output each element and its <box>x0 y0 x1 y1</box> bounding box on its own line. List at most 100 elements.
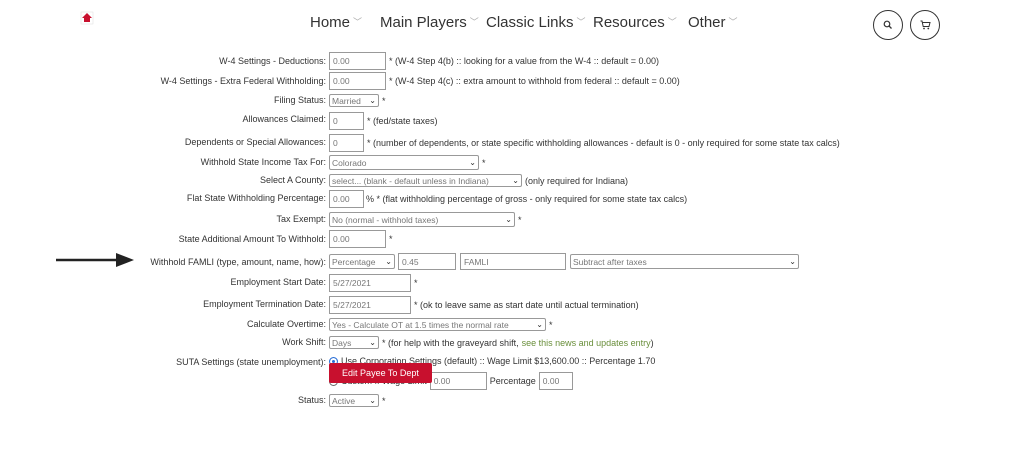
work-shift-note-end: ) <box>650 337 654 348</box>
suta-pct-label: Percentage <box>489 376 536 386</box>
status-label: Status: <box>297 395 326 405</box>
county-select[interactable]: select... (blank - default unless in Ind… <box>329 174 522 187</box>
county-label: Select A County: <box>259 175 326 185</box>
dependents-row: Dependents or Special Allowances: 0 * (n… <box>0 134 1024 154</box>
famli-type-value: Percentage <box>332 256 376 267</box>
flat-state-input[interactable]: 0.00 <box>329 190 364 208</box>
search-button[interactable] <box>873 10 903 40</box>
county-value: select... (blank - default unless in Ind… <box>332 175 489 186</box>
suta-wage-input[interactable]: 0.00 <box>429 372 487 390</box>
suta-label: SUTA Settings (state unemployment): <box>176 357 326 367</box>
nav-resources[interactable]: Resources ﹀ <box>593 14 677 31</box>
chevron-down-icon: ⌄ <box>369 396 376 405</box>
status-row: Status: Active ⌄ * <box>0 394 1024 414</box>
filing-status-note: * <box>382 95 386 106</box>
w4-deductions-note: * (W-4 Step 4(b) :: looking for a value … <box>389 56 660 66</box>
overtime-label: Calculate Overtime: <box>246 319 326 329</box>
overtime-select[interactable]: Yes - Calculate OT at 1.5 times the norm… <box>329 318 546 331</box>
start-date-row: Employment Start Date: 5/27/2021 * <box>0 274 1024 294</box>
status-select[interactable]: Active ⌄ <box>329 394 379 407</box>
term-date-note: * (ok to leave same as start date until … <box>414 300 639 310</box>
w4-deductions-row: W-4 Settings - Deductions: 0.00 * (W-4 S… <box>0 52 1024 72</box>
flat-state-label: Flat State Withholding Percentage: <box>186 193 326 203</box>
chevron-down-icon: ﹀ <box>576 17 586 27</box>
nav-home-label: Home <box>310 14 351 31</box>
nav-other-label: Other <box>688 14 726 31</box>
overtime-row: Calculate Overtime: Yes - Calculate OT a… <box>0 318 1024 338</box>
term-date-label: Employment Termination Date: <box>203 299 326 309</box>
tax-exempt-note: * <box>518 214 522 225</box>
work-shift-label: Work Shift: <box>282 337 326 347</box>
tax-exempt-select[interactable]: No (normal - withhold taxes) ⌄ <box>329 212 515 227</box>
state-additional-row: State Additional Amount To Withhold: 0.0… <box>0 230 1024 250</box>
w4-extra-row: W-4 Settings - Extra Federal Withholding… <box>0 72 1024 92</box>
chevron-down-icon: ⌄ <box>536 320 543 329</box>
filing-status-value: Married <box>332 95 361 106</box>
news-entry-link[interactable]: see this news and updates entry <box>522 338 651 348</box>
w4-deductions-label: W-4 Settings - Deductions: <box>219 56 326 66</box>
start-date-note: * <box>414 278 418 288</box>
top-nav: Home ﹀ Main Players ﹀ Classic Links ﹀ Resou… <box>0 14 1024 34</box>
state-additional-input[interactable]: 0.00 <box>329 230 386 248</box>
withhold-state-value: Colorado <box>332 157 367 168</box>
work-shift-note: * (for help with the graveyard shift, <box>382 337 519 348</box>
chevron-down-icon: ﹀ <box>667 17 677 27</box>
chevron-down-icon: ⌄ <box>369 338 376 347</box>
tax-exempt-label: Tax Exempt: <box>276 214 326 224</box>
chevron-down-icon: ⌄ <box>789 257 796 266</box>
withhold-state-row: Withhold State Income Tax For: Colorado ⌄… <box>0 155 1024 175</box>
chevron-down-icon: ﹀ <box>353 17 363 27</box>
suta-custom-row: Custom :: Wage Limit 0.00 Percentage 0.0… <box>0 372 1024 392</box>
filing-status-select[interactable]: Married ⌄ <box>329 94 379 107</box>
state-additional-label: State Additional Amount To Withhold: <box>178 234 326 244</box>
allowances-row: Allowances Claimed: 0 * (fed/state taxes… <box>0 112 1024 132</box>
nav-main-players[interactable]: Main Players ﹀ <box>380 14 479 31</box>
w4-deductions-input[interactable]: 0.00 <box>329 52 386 70</box>
famli-name-input[interactable]: FAMLI <box>460 253 566 270</box>
dependents-note: * (number of dependents, or state specif… <box>367 138 840 148</box>
status-note: * <box>382 395 386 406</box>
w4-extra-input[interactable]: 0.00 <box>329 72 386 90</box>
withhold-state-label: Withhold State Income Tax For: <box>200 157 326 167</box>
allowances-label: Allowances Claimed: <box>242 114 326 124</box>
start-date-input[interactable]: 5/27/2021 <box>329 274 411 292</box>
famli-how-value: Subtract after taxes <box>573 256 647 267</box>
overtime-note: * <box>549 319 553 330</box>
work-shift-value: Days <box>332 337 352 348</box>
nav-home[interactable]: Home ﹀ <box>310 14 362 31</box>
chevron-down-icon: ﹀ <box>728 17 738 27</box>
cart-button[interactable] <box>910 10 940 40</box>
chevron-down-icon: ⌄ <box>505 215 512 224</box>
withhold-state-select[interactable]: Colorado ⌄ <box>329 155 479 170</box>
tax-exempt-row: Tax Exempt: No (normal - withhold taxes)… <box>0 212 1024 232</box>
famli-label: Withhold FAMLI (type, amount, name, how)… <box>150 257 326 267</box>
county-note: (only required for Indiana) <box>525 175 629 186</box>
allowances-input[interactable]: 0 <box>329 112 364 130</box>
famli-amount-input[interactable]: 0.45 <box>398 253 456 270</box>
state-additional-note: * <box>389 234 393 244</box>
term-date-input[interactable]: 5/27/2021 <box>329 296 411 314</box>
work-shift-row: Work Shift: Days ⌄ * (for help with the g… <box>0 336 1024 356</box>
filing-status-row: Filing Status: Married ⌄ * <box>0 94 1024 114</box>
flat-state-row: Flat State Withholding Percentage: 0.00 … <box>0 190 1024 210</box>
start-date-label: Employment Start Date: <box>230 277 326 287</box>
nav-classic-links[interactable]: Classic Links ﹀ <box>486 14 586 31</box>
nav-other[interactable]: Other ﹀ <box>688 14 738 31</box>
chevron-down-icon: ⌄ <box>385 257 392 266</box>
w4-extra-label: W-4 Settings - Extra Federal Withholding… <box>160 76 326 86</box>
chevron-down-icon: ⌄ <box>469 158 476 167</box>
w4-extra-note: * (W-4 Step 4(c) :: extra amount to with… <box>389 76 680 86</box>
filing-status-label: Filing Status: <box>273 95 326 105</box>
famli-how-select[interactable]: Subtract after taxes ⌄ <box>570 254 799 269</box>
search-icon <box>883 20 892 29</box>
term-date-row: Employment Termination Date: 5/27/2021 *… <box>0 296 1024 316</box>
cart-icon <box>920 20 931 30</box>
chevron-down-icon: ⌄ <box>512 176 519 185</box>
famli-type-select[interactable]: Percentage ⌄ <box>329 254 395 269</box>
edit-payee-button[interactable]: Edit Payee To Dept <box>329 363 432 383</box>
allowances-note: * (fed/state taxes) <box>367 116 438 126</box>
suta-pct-input[interactable]: 0.00 <box>538 372 573 390</box>
flat-state-note: % * (flat withholding percentage of gros… <box>366 194 688 204</box>
dependents-input[interactable]: 0 <box>329 134 364 152</box>
work-shift-select[interactable]: Days ⌄ <box>329 336 379 349</box>
